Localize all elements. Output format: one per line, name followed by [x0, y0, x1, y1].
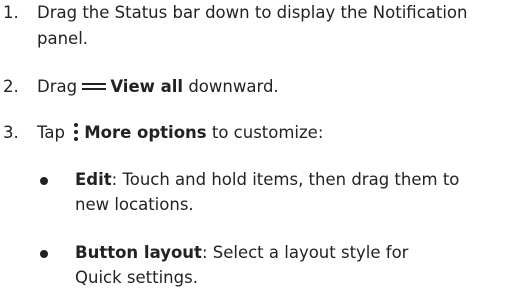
bullet-dot-icon: [40, 250, 48, 258]
step-text-suffix: to customize:: [206, 123, 324, 142]
step-number: 3.: [3, 123, 19, 142]
bullet-term: Edit: [75, 170, 112, 189]
step-text-continued: panel.: [37, 29, 89, 48]
bullet-text: Edit: Touch and hold items, then drag th…: [75, 168, 525, 192]
step-number: 2.: [3, 77, 19, 96]
bullet-text: Button layout: Select a layout style for: [75, 241, 525, 265]
step-text: Tap More options to customize:: [37, 121, 525, 145]
step-text: Drag the Status bar down to display the …: [37, 3, 468, 22]
bullet-term: Button layout: [75, 243, 202, 262]
more-options-label: More options: [84, 123, 207, 142]
drag-handle-icon: [82, 80, 107, 92]
step-text-prefix: Drag: [37, 77, 83, 96]
bullet-text-continued: Quick settings.: [75, 268, 198, 287]
step-text-prefix: Tap: [37, 123, 71, 142]
step-text: Drag View all downward.: [37, 75, 525, 99]
bullet-description: : Touch and hold items, then drag them t…: [111, 170, 460, 189]
more-options-icon: [73, 123, 79, 141]
step-number: 1.: [3, 3, 19, 22]
bullet-text-continued: new locations.: [75, 195, 194, 214]
bullet-dot-icon: [40, 177, 48, 185]
step-text-suffix: downward.: [183, 77, 279, 96]
view-all-label: View all: [110, 77, 184, 96]
instruction-document: 1. Drag the Status bar down to display t…: [0, 0, 526, 291]
bullet-description: : Select a layout style for: [201, 243, 409, 262]
